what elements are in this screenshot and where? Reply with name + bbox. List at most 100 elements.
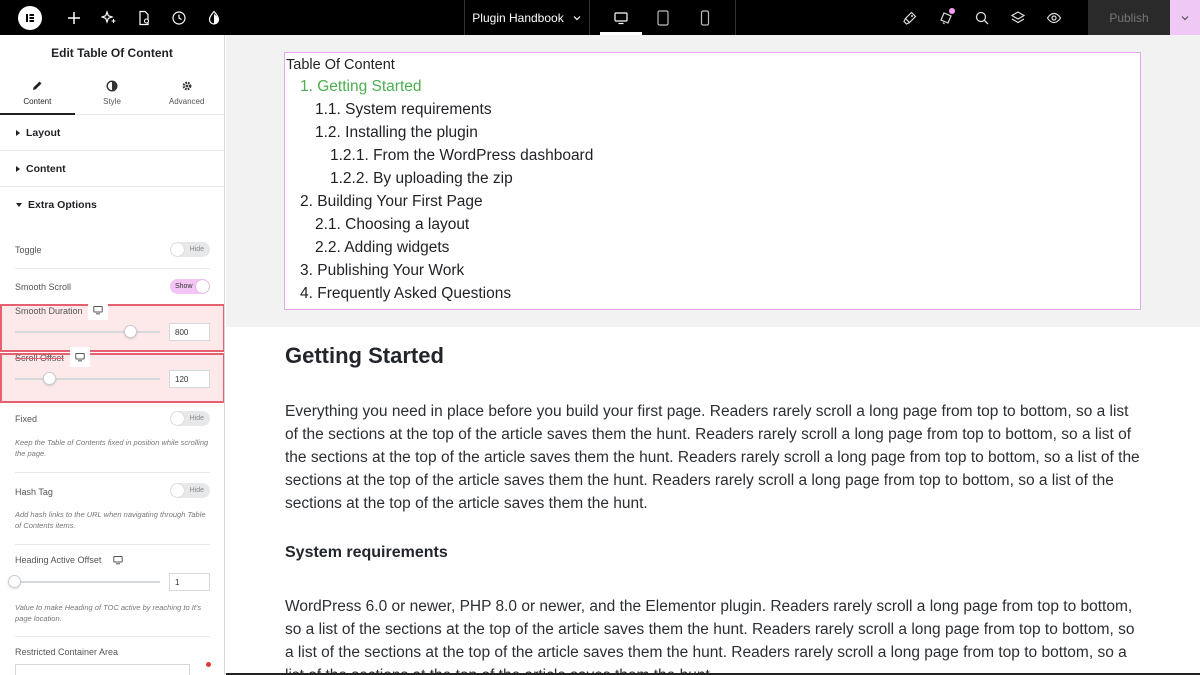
scroll-offset-slider-handle[interactable] xyxy=(42,372,56,385)
heading-system-requirements: System requirements xyxy=(285,544,448,561)
section-layout[interactable]: Layout xyxy=(0,115,224,151)
smooth-scroll-label: Smooth Scroll xyxy=(15,282,72,292)
device-switcher xyxy=(600,0,726,35)
top-bar: Plugin Handbook Publish xyxy=(0,0,1200,35)
half-circle-icon xyxy=(106,79,118,92)
scroll-offset-slider[interactable] xyxy=(15,378,160,380)
hashtag-switch[interactable]: Hide xyxy=(170,483,210,498)
publish-options-button[interactable] xyxy=(1170,0,1200,35)
divider xyxy=(15,472,210,473)
heading-offset-help-text: Value to make Heading of TOC active by r… xyxy=(15,603,202,623)
smooth-duration-slider[interactable] xyxy=(15,331,160,333)
section-extra-options[interactable]: Extra Options xyxy=(0,187,224,223)
search-icon[interactable] xyxy=(964,0,1000,35)
responsive-desktop-icon[interactable] xyxy=(88,300,108,320)
tab-label: Style xyxy=(103,96,121,106)
tab-label: Content xyxy=(23,96,52,106)
paragraph: Everything you need in place before you … xyxy=(285,403,1140,512)
preview-eye-icon[interactable] xyxy=(1036,0,1072,35)
tablet-icon[interactable] xyxy=(642,0,684,35)
desktop-icon[interactable] xyxy=(600,0,642,35)
smooth-duration-label: Smooth Duration xyxy=(15,306,83,316)
mobile-icon[interactable] xyxy=(684,0,726,35)
notification-badge xyxy=(949,8,955,14)
hashtag-label: Hash Tag xyxy=(15,487,53,497)
switch-state: Hide xyxy=(189,246,204,253)
scroll-offset-label: Scroll Offset xyxy=(15,353,64,363)
toc-title: Table Of Content xyxy=(286,57,395,73)
hashtag-help-text: Add hash links to the URL when navigatin… xyxy=(15,510,206,530)
heading-offset-input[interactable]: 1 xyxy=(169,573,210,591)
caret-right-icon xyxy=(16,129,20,136)
fixed-help-text: Keep the Table of Contents fixed in posi… xyxy=(15,438,209,458)
fixed-switch[interactable]: Hide xyxy=(170,411,210,426)
paragraph: WordPress 6.0 or newer, PHP 8.0 or newer… xyxy=(285,598,1135,675)
toggle-label: Toggle xyxy=(15,245,42,255)
toc-item[interactable]: 1. Getting Started xyxy=(300,78,422,96)
document-selector[interactable]: Plugin Handbook xyxy=(464,0,590,35)
divider xyxy=(15,636,210,637)
switch-state: Show xyxy=(175,283,193,290)
document-title: Plugin Handbook xyxy=(472,10,564,25)
theme-icon[interactable] xyxy=(196,0,231,35)
layers-icon[interactable] xyxy=(1000,0,1036,35)
add-icon[interactable] xyxy=(56,0,91,35)
smooth-duration-slider-handle[interactable] xyxy=(124,325,137,338)
smooth-duration-input[interactable]: 800 xyxy=(169,323,210,341)
caret-down-icon xyxy=(16,203,22,207)
smooth-scroll-switch[interactable]: Show xyxy=(170,279,210,294)
notifications-icon[interactable] xyxy=(928,0,964,35)
heading-offset-label: Heading Active Offset xyxy=(15,555,102,565)
toc-item[interactable]: 1.1. System requirements xyxy=(315,101,492,119)
section-content[interactable]: Content xyxy=(0,151,224,187)
chevron-down-icon xyxy=(1181,15,1189,20)
pencil-icon xyxy=(33,81,42,90)
fixed-label: Fixed xyxy=(15,414,38,424)
panel-tabs: Content Style Advanced xyxy=(0,71,224,115)
toc-item[interactable]: 2.2. Adding widgets xyxy=(315,239,449,257)
preview-canvas: Table Of Content 1. Getting Started 1.1. … xyxy=(226,35,1200,675)
toc-item[interactable]: 2. Building Your First Page xyxy=(300,193,483,211)
ai-sparkle-icon[interactable] xyxy=(91,0,126,35)
tab-advanced[interactable]: Advanced xyxy=(149,71,224,114)
tab-style[interactable]: Style xyxy=(75,71,150,114)
required-dot xyxy=(206,662,211,667)
heading-offset-slider-handle[interactable] xyxy=(8,575,21,588)
tab-label: Advanced xyxy=(168,96,205,106)
table-of-contents-widget[interactable]: Table Of Content 1. Getting Started 1.1. … xyxy=(284,52,1141,310)
section-label: Extra Options xyxy=(28,199,97,211)
responsive-desktop-icon[interactable] xyxy=(108,550,128,570)
toggle-switch[interactable]: Hide xyxy=(170,242,210,257)
heading-getting-started: Getting Started xyxy=(285,343,444,368)
restricted-container-label: Restricted Container Area xyxy=(15,647,119,657)
heading-offset-slider[interactable] xyxy=(15,581,160,583)
tab-content[interactable]: Content xyxy=(0,71,75,115)
editor-panel: Edit Table Of Content Content Style Adva… xyxy=(0,35,225,675)
section-label: Content xyxy=(26,162,66,175)
publish-button[interactable]: Publish xyxy=(1088,0,1170,35)
toolbar-divider xyxy=(735,0,736,35)
toc-item[interactable]: 1.2.1. From the WordPress dashboard xyxy=(330,147,593,165)
caret-right-icon xyxy=(16,165,20,172)
toc-item[interactable]: 2.1. Choosing a layout xyxy=(315,216,469,234)
history-icon[interactable] xyxy=(161,0,196,35)
panel-title: Edit Table Of Content xyxy=(51,46,173,60)
toc-section: Table Of Content 1. Getting Started 1.1. … xyxy=(226,35,1200,327)
scroll-offset-input[interactable]: 120 xyxy=(169,370,210,388)
toc-item[interactable]: 4. Frequently Asked Questions xyxy=(300,285,511,303)
gear-icon xyxy=(182,81,192,90)
toc-item[interactable]: 3. Publishing Your Work xyxy=(300,262,464,280)
chevron-down-icon xyxy=(573,15,581,20)
toc-item[interactable]: 1.2. Installing the plugin xyxy=(315,124,478,142)
page-settings-icon[interactable] xyxy=(126,0,161,35)
section-label: Layout xyxy=(26,126,61,139)
switch-state: Hide xyxy=(189,487,204,494)
toc-item[interactable]: 1.2.2. By uploading the zip xyxy=(330,170,513,188)
responsive-desktop-icon[interactable] xyxy=(70,347,90,367)
divider xyxy=(15,544,210,545)
restricted-container-input[interactable] xyxy=(15,664,190,675)
elementor-logo-icon[interactable] xyxy=(18,5,42,30)
rocket-icon[interactable] xyxy=(892,0,928,35)
divider xyxy=(15,268,210,269)
switch-state: Hide xyxy=(189,415,204,422)
